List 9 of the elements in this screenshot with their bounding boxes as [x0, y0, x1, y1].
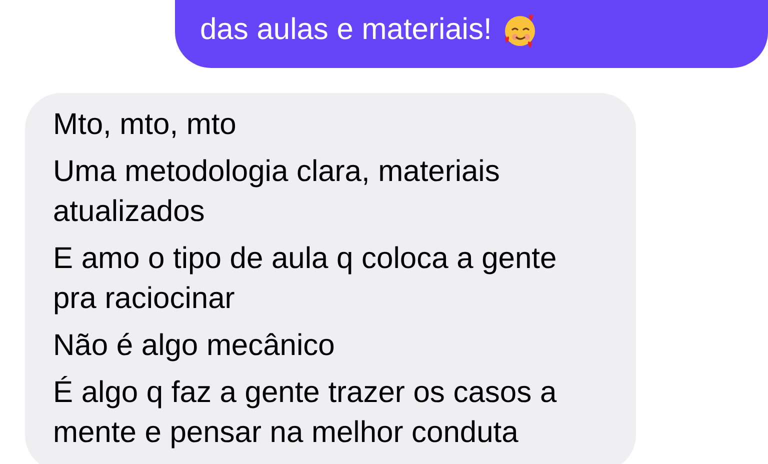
message-text: Não é algo mecânico — [53, 328, 335, 364]
message-text: Mto, mto, mto — [53, 107, 236, 143]
message-text: das aulas e materiais! — [200, 12, 492, 48]
message-text: Uma metodologia clara, materiais — [53, 154, 500, 190]
message-text: É algo q faz a gente trazer os casos a — [53, 375, 557, 411]
message-text: mente e pensar na melhor conduta — [53, 415, 518, 451]
message-text: atualizados — [53, 194, 205, 230]
message-text: pra raciocinar — [53, 281, 235, 317]
message-text: E amo o tipo de aula q coloca a gente — [53, 241, 557, 277]
